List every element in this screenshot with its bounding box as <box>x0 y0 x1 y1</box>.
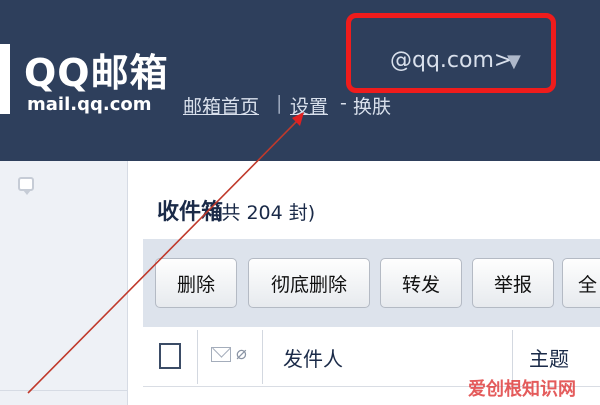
chat-icon[interactable] <box>18 177 34 195</box>
watermark: 爱创根知识网 <box>468 379 576 400</box>
qq-mail-screen: QQ邮箱 mail.qq.com 邮箱首页 | 设置 - 换肤 @qq.com>… <box>0 0 600 405</box>
nav-dash: - <box>340 92 347 114</box>
logo-subtitle: mail.qq.com <box>27 94 152 115</box>
forward-button[interactable]: 转发 <box>380 258 462 308</box>
sidebar-divider <box>0 390 128 391</box>
select-all-checkbox[interactable] <box>159 343 181 369</box>
delete-button[interactable]: 删除 <box>155 258 237 308</box>
logo-title[interactable]: QQ邮箱 <box>24 42 169 97</box>
nav-separator: | <box>276 92 283 114</box>
mail-icon <box>211 347 231 362</box>
attachment-icon: ⌀ <box>236 343 247 364</box>
annotation-highlight-box <box>346 13 556 93</box>
column-subject[interactable]: 主题 <box>529 343 569 372</box>
all-button[interactable]: 全 <box>562 258 600 308</box>
column-sender[interactable]: 发件人 <box>283 343 343 372</box>
inbox-count: (共 204 封) <box>214 202 316 224</box>
brand-bar <box>0 44 10 114</box>
delete-permanently-button[interactable]: 彻底删除 <box>248 258 370 308</box>
nav-mail-home[interactable]: 邮箱首页 <box>183 92 259 119</box>
column-divider <box>197 330 198 384</box>
nav-change-skin[interactable]: 换肤 <box>353 92 391 119</box>
nav-settings[interactable]: 设置 <box>290 92 328 119</box>
report-button[interactable]: 举报 <box>472 258 554 308</box>
left-sidebar <box>0 161 128 405</box>
column-divider <box>262 330 263 384</box>
